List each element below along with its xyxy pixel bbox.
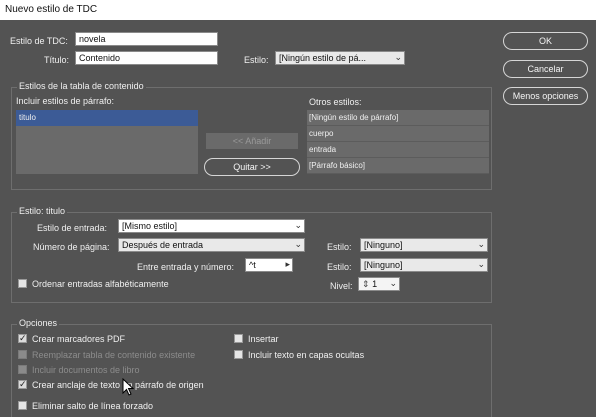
crear-marcadores-checkbox[interactable]: ✓ <box>18 333 27 343</box>
titulo-input[interactable]: Contenido <box>75 51 218 65</box>
crear-marcadores-label: Crear marcadores PDF <box>32 334 126 344</box>
ordenar-checkbox[interactable] <box>18 279 27 288</box>
chevron-down-icon: ⌄ <box>294 239 302 249</box>
estilos-tabla-group-label: Estilos de la tabla de contenido <box>17 81 146 91</box>
estilo-entre-label: Estilo: <box>327 262 352 272</box>
ok-button[interactable]: OK <box>503 32 588 50</box>
chevron-down-icon: ⌄ <box>394 52 402 62</box>
list-item[interactable]: cuerpo <box>307 126 489 142</box>
entre-entrada-value: ^t <box>249 260 256 270</box>
cursor-arrow-icon <box>122 378 134 396</box>
estilo-title-value: [Ningún estilo de pá... <box>279 53 367 63</box>
reemplazar-checkbox[interactable] <box>18 350 27 359</box>
list-item[interactable]: entrada <box>307 142 489 158</box>
otros-estilos-label: Otros estilos: <box>309 97 362 107</box>
eliminar-salto-label: Eliminar salto de línea forzado <box>32 401 154 411</box>
entrada-dropdown[interactable]: [Mismo estilo] ⌄ <box>118 219 305 233</box>
ordenar-label: Ordenar entradas alfabéticamente <box>32 279 169 289</box>
crear-anclaje-label: Crear anclaje de texto en párrafo de ori… <box>32 380 204 390</box>
insertar-checkbox[interactable] <box>234 334 243 343</box>
numero-pagina-dropdown[interactable]: Después de entrada ⌄ <box>118 238 305 252</box>
incluir-estilos-list[interactable]: titulo <box>16 110 198 174</box>
entre-entrada-label: Entre entrada y número: <box>137 262 235 272</box>
numero-pagina-value: Después de entrada <box>122 240 204 250</box>
fewer-options-button[interactable]: Menos opciones <box>503 87 588 105</box>
reemplazar-label: Reemplazar tabla de contenido existente <box>32 350 196 360</box>
estilo-entre-value: [Ninguno] <box>364 260 403 270</box>
incluir-texto-checkbox[interactable] <box>234 350 243 359</box>
incluir-texto-label: Incluir texto en capas ocultas <box>248 350 365 360</box>
window-title: Nuevo estilo de TDC <box>5 4 98 15</box>
incluir-estilos-label: Incluir estilos de párrafo: <box>16 96 115 106</box>
incluir-documentos-checkbox[interactable] <box>18 365 27 374</box>
estilo-title-dropdown[interactable]: [Ningún estilo de pá... ⌄ <box>275 51 405 65</box>
estilo-titulo-group-label: Estilo: titulo <box>17 206 68 216</box>
list-item[interactable]: titulo <box>16 110 198 126</box>
chevron-down-icon: ⌄ <box>477 259 485 269</box>
estilo-numero-dropdown[interactable]: [Ninguno] ⌄ <box>360 238 488 252</box>
numero-pagina-label: Número de página: <box>33 242 110 252</box>
chevron-down-icon: ⌄ <box>294 220 302 230</box>
estilo-entre-dropdown[interactable]: [Ninguno] ⌄ <box>360 258 488 272</box>
stepper-icon: ⇕ <box>362 279 370 289</box>
add-button[interactable]: << Añadir <box>206 133 298 149</box>
nivel-label: Nivel: <box>330 281 353 291</box>
entrada-value: [Mismo estilo] <box>122 221 178 231</box>
estilo-numero-value: [Ninguno] <box>364 240 403 250</box>
nivel-value: 1 <box>372 279 378 289</box>
titulo-label: Título: <box>44 55 70 65</box>
list-item[interactable]: [Ningún estilo de párrafo] <box>307 110 489 126</box>
triangle-right-icon: ▸ <box>285 259 290 269</box>
entrada-label: Estilo de entrada: <box>37 223 108 233</box>
cancel-button[interactable]: Cancelar <box>503 60 588 78</box>
estilo-numero-label: Estilo: <box>327 242 352 252</box>
chevron-down-icon: ⌄ <box>477 239 485 249</box>
incluir-documentos-label: Incluir documentos de libro <box>32 365 140 375</box>
estilo-tdc-label: Estilo de TDC: <box>10 36 68 46</box>
crear-anclaje-checkbox[interactable]: ✓ <box>18 379 27 389</box>
remove-button[interactable]: Quitar >> <box>204 158 300 176</box>
check-icon: ✓ <box>19 333 27 343</box>
opciones-group-label: Opciones <box>17 318 60 328</box>
nivel-stepper[interactable]: ⇕ 1 ⌄ <box>358 277 400 291</box>
check-icon: ✓ <box>19 379 27 389</box>
eliminar-salto-checkbox[interactable] <box>18 401 27 410</box>
window-title-bar: Nuevo estilo de TDC <box>0 0 596 20</box>
entre-entrada-input[interactable]: ^t ▸ <box>245 258 293 272</box>
estilo-title-label: Estilo: <box>244 55 269 65</box>
list-item[interactable]: [Párrafo básico] <box>307 158 489 174</box>
chevron-down-icon: ⌄ <box>389 278 397 288</box>
estilo-tdc-input[interactable]: novela <box>75 32 218 46</box>
insertar-label: Insertar <box>248 334 279 344</box>
